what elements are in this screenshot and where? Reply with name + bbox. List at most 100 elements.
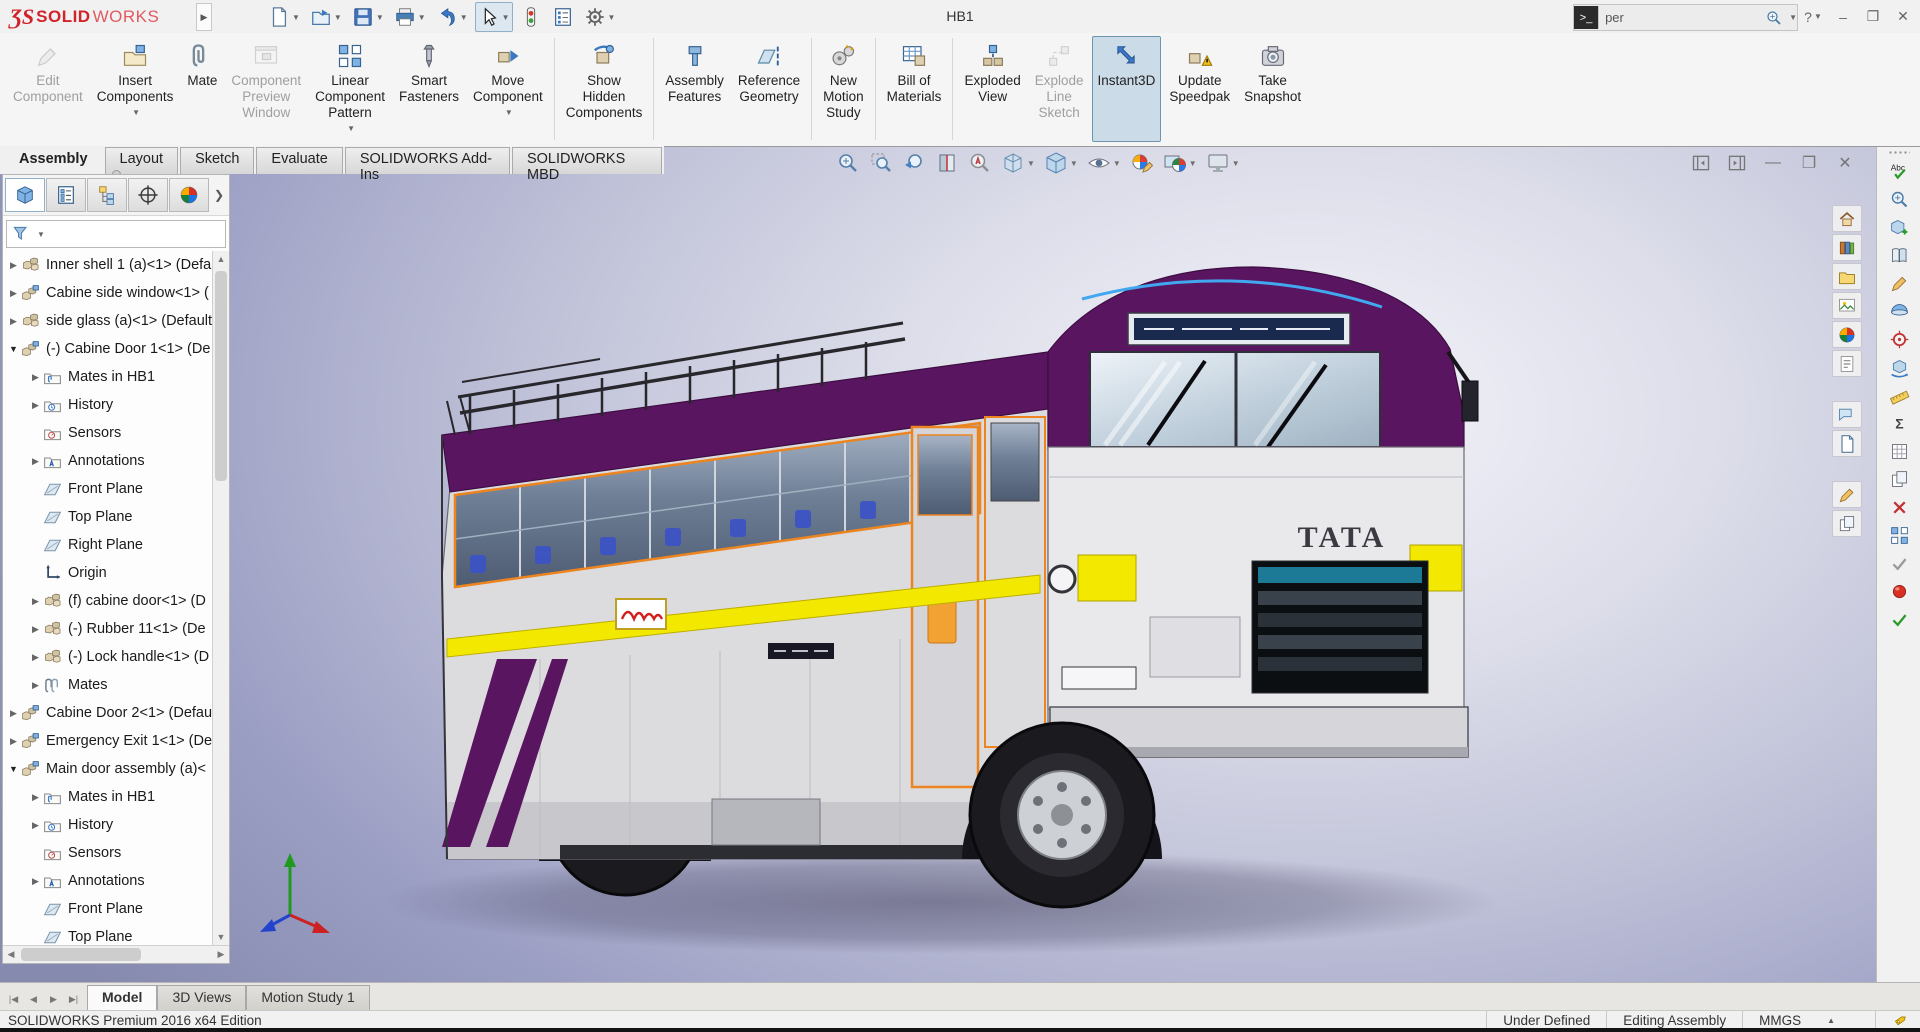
tree-expander[interactable]: ▶ <box>7 288 20 299</box>
tree-item[interactable]: ▶History <box>3 391 213 419</box>
tree-item[interactable]: ▶Inner shell 1 (a)<1> (Defa <box>3 251 213 279</box>
search-commands-icon[interactable]: >_ <box>1574 6 1599 29</box>
restore-document-button[interactable]: ❐ <box>1798 153 1820 173</box>
view-palette-button[interactable] <box>1832 292 1862 319</box>
tree-item[interactable]: Origin <box>3 559 213 587</box>
display-style-button[interactable]: ▼ <box>1001 151 1035 175</box>
menu-flyout-arrow[interactable]: ▶ <box>196 3 212 31</box>
rebuild-button[interactable] <box>517 2 545 32</box>
tree-vertical-scrollbar[interactable]: ▲ ▼ <box>212 251 229 945</box>
section-view-button[interactable] <box>935 151 959 175</box>
tab-sketch[interactable]: Sketch <box>180 147 254 174</box>
status-mmgs[interactable]: MMGS▲ <box>1742 1011 1875 1029</box>
previous-view-button[interactable] <box>902 151 926 175</box>
spell-check-button[interactable]: Abc <box>1884 158 1914 184</box>
tree-item[interactable]: ▶Cabine Door 2<1> (Defau <box>3 699 213 727</box>
featuremanager-tab[interactable] <box>5 178 45 212</box>
scroll-right-arrow[interactable]: ▶ <box>213 949 229 960</box>
tree-item[interactable]: ▼Main door assembly (a)< <box>3 755 213 783</box>
front-wheel[interactable] <box>970 723 1154 907</box>
tab-evaluate[interactable]: Evaluate <box>256 147 342 174</box>
tree-expander[interactable]: ▼ <box>7 764 20 774</box>
print-button[interactable]: ▼ <box>391 2 429 32</box>
tree-expander[interactable]: ▶ <box>7 736 20 747</box>
undo-button[interactable]: ▼ <box>433 2 471 32</box>
zoom-to-fit-button[interactable] <box>836 151 860 175</box>
tree-item[interactable]: ▶side glass (a)<1> (Default <box>3 307 213 335</box>
sigma-equations-button[interactable]: Σ <box>1884 410 1914 436</box>
tree-item[interactable]: ▶Emergency Exit 1<1> (De <box>3 727 213 755</box>
design-library-button[interactable] <box>1832 234 1862 261</box>
graphics-area[interactable]: TATA <box>0 147 1920 982</box>
view-orientation-dropdown-arrow[interactable]: ▼ <box>1070 159 1078 168</box>
tree-expander[interactable]: ▶ <box>29 680 42 691</box>
linear-component-pattern-button[interactable]: Linear Component Pattern▼ <box>309 36 391 142</box>
save-button[interactable]: ▼ <box>349 2 387 32</box>
apply-scene-button[interactable]: ▼ <box>1163 151 1197 175</box>
edit-appearance-button[interactable] <box>1130 151 1154 175</box>
pencil-edit-button[interactable] <box>1884 270 1914 296</box>
forum-button[interactable] <box>1832 401 1862 428</box>
tree-expander[interactable]: ▶ <box>7 708 20 719</box>
model-tab-motion-study-1[interactable]: Motion Study 1 <box>246 985 369 1011</box>
options-dropdown-arrow[interactable]: ▼ <box>608 13 616 22</box>
tree-item[interactable]: Front Plane <box>3 475 213 503</box>
smart-fasteners-button[interactable]: Smart Fasteners <box>393 36 465 142</box>
dynamic-annotation-views-button[interactable] <box>968 151 992 175</box>
tree-item[interactable]: Top Plane <box>3 503 213 531</box>
new-document-dropdown-arrow[interactable]: ▼ <box>292 13 300 22</box>
passenger-door[interactable] <box>912 427 978 787</box>
tree-item[interactable]: ▶(f) cabine door<1> (D <box>3 587 213 615</box>
move-component-dropdown-arrow[interactable]: ▼ <box>505 105 513 121</box>
tree-expander[interactable]: ▶ <box>7 260 20 271</box>
new-document-button[interactable]: ▼ <box>265 2 303 32</box>
view-orientation-button[interactable]: ▼ <box>1044 151 1078 175</box>
tree-expander[interactable]: ▶ <box>29 372 42 383</box>
open-dropdown-arrow[interactable]: ▼ <box>334 13 342 22</box>
home-resources-button[interactable] <box>1832 205 1862 232</box>
components-stack-button[interactable] <box>1884 522 1914 548</box>
tree-item[interactable]: Sensors <box>3 419 213 447</box>
pencil-tools-button[interactable] <box>1832 481 1862 508</box>
help-button[interactable]: ?▼ <box>1798 4 1828 29</box>
scroll-up-arrow[interactable]: ▲ <box>213 251 229 267</box>
take-snapshot-button[interactable]: Take Snapshot <box>1238 36 1307 142</box>
measure-ruler-button[interactable] <box>1884 382 1914 408</box>
tree-item[interactable]: ▶Annotations <box>3 867 213 895</box>
configurationmanager-tab[interactable] <box>87 178 127 212</box>
bus-model[interactable]: TATA <box>380 267 1500 954</box>
tree-item[interactable]: ▼(-) Cabine Door 1<1> (De <box>3 335 213 363</box>
scroll-left-arrow[interactable]: ◀ <box>3 949 19 960</box>
tab-solidworks-mbd[interactable]: SOLIDWORKS MBD <box>512 147 662 174</box>
pane-right-button[interactable] <box>1726 153 1748 173</box>
options-button[interactable]: ▼ <box>581 2 619 32</box>
next-tab-button[interactable]: ▶ <box>44 989 63 1009</box>
search-dropdown-arrow[interactable]: ▼ <box>1789 13 1797 22</box>
show-hidden-components-button[interactable]: Show Hidden Components <box>560 36 649 142</box>
tree-expander[interactable]: ▶ <box>29 652 42 663</box>
filter-dropdown-arrow[interactable]: ▼ <box>37 230 45 239</box>
copy-tools-button[interactable] <box>1832 510 1862 537</box>
undo-dropdown-arrow[interactable]: ▼ <box>460 13 468 22</box>
exploded-view-button[interactable]: Exploded View <box>958 36 1026 142</box>
design-binder-book-button[interactable] <box>1884 242 1914 268</box>
tree-item[interactable]: ▶Mates <box>3 671 213 699</box>
last-tab-button[interactable]: ▶| <box>64 989 83 1009</box>
tree-horizontal-scrollbar[interactable]: ◀ ▶ <box>3 945 229 963</box>
document-recovery-button[interactable] <box>1832 430 1862 457</box>
tab-solidworks-add-ins[interactable]: SOLIDWORKS Add-Ins <box>345 147 510 174</box>
scrollbar-thumb[interactable] <box>21 948 141 961</box>
scrollbar-thumb[interactable] <box>215 271 227 481</box>
front-grille[interactable] <box>1252 561 1428 693</box>
file-explorer-button[interactable] <box>1832 263 1862 290</box>
instant3d-button[interactable]: Instant3D <box>1092 36 1162 142</box>
tree-expander[interactable]: ▶ <box>29 596 42 607</box>
insert-components-button[interactable]: Insert Components▼ <box>91 36 180 142</box>
close-button[interactable]: ✕ <box>1888 4 1918 29</box>
tree-expander[interactable]: ▼ <box>7 344 20 354</box>
tree-item[interactable]: ▶Mates in HB1 <box>3 363 213 391</box>
tree-item[interactable]: ▶(-) Rubber 11<1> (De <box>3 615 213 643</box>
dimxpertmanager-tab[interactable] <box>128 178 168 212</box>
hide-show-items-button[interactable]: ▼ <box>1087 151 1121 175</box>
assembly-features-button[interactable]: Assembly Features <box>659 36 730 142</box>
